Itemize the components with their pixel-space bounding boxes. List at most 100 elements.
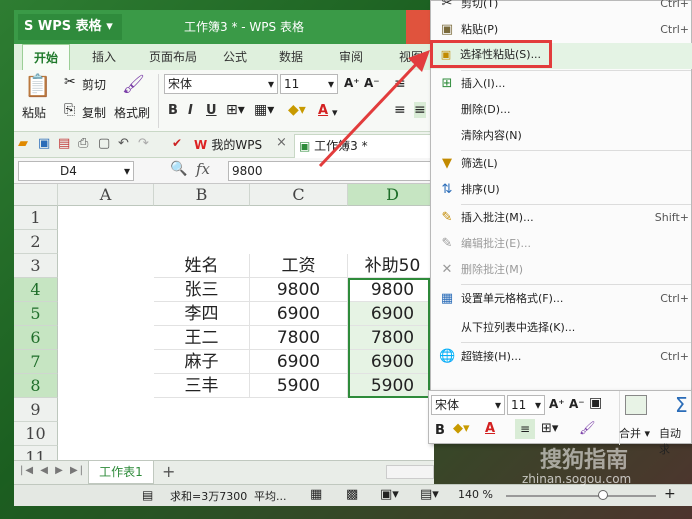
folder-icon[interactable]: ▰ [18,136,28,151]
paste-icon[interactable]: 📋 [24,74,51,99]
bold-button[interactable]: B [168,103,178,118]
row-header[interactable]: 9 [14,398,58,422]
mini-bold-button[interactable]: B [435,423,445,438]
cell-style-icon[interactable]: ▦▾ [254,102,274,118]
row-header[interactable]: 8 [14,374,58,398]
mini-font-select[interactable]: 宋体 ▾ [431,395,505,415]
cell-d4[interactable]: 9800 [348,278,434,302]
borders-icon[interactable]: ⊞▾ [226,102,245,118]
italic-button[interactable]: I [188,103,193,118]
menu-item-insert-comment[interactable]: ✎ 插入批注(M)... Shift+ [431,205,692,231]
page-break-view-icon[interactable]: ▩ [346,487,358,502]
zoom-slider-handle[interactable] [598,490,608,500]
mini-align-center-icon[interactable]: ≡ [515,419,535,439]
reading-mode-icon[interactable]: ▤▾ [420,487,439,502]
zoom-formula-icon[interactable]: 🔍 [170,161,187,177]
save-icon[interactable] [126,18,142,34]
column-header-a[interactable]: A [58,184,154,206]
underline-button[interactable]: U [206,103,217,118]
menu-item-insert[interactable]: ⊞ 插入(I)... [431,71,692,97]
row-header[interactable]: 6 [14,326,58,350]
tab-my-wps[interactable]: W 我的WPS [194,135,262,155]
zoom-in-icon[interactable]: + [664,486,676,502]
close-tab-button[interactable]: × [276,135,287,150]
menu-item-cut[interactable]: ✂ 剪切(T) Ctrl+ [431,0,692,17]
autosum-button[interactable]: 自动求 [659,425,691,457]
save-icon[interactable]: ▣ [38,136,50,151]
cell-b3[interactable]: 姓名 [154,254,250,278]
tab-home[interactable]: 开始 [22,44,70,70]
column-header-c[interactable]: C [250,184,348,206]
menu-item-pick-from-list[interactable]: 从下拉列表中选择(K)... [431,315,692,341]
mini-borders-icon[interactable]: ⊞▾ [541,421,558,436]
print-preview-icon[interactable]: ▢ [98,136,110,151]
app-menu-button[interactable]: S WPS 表格 ▾ [18,14,122,40]
tab-formulas[interactable]: 公式 [212,44,258,70]
cell-b7[interactable]: 麻子 [154,350,250,374]
menu-item-edit-comment[interactable]: ✎ 编辑批注(E)... [431,231,692,257]
cell-c3[interactable]: 工资 [250,254,348,278]
row-header[interactable]: 7 [14,350,58,374]
menu-item-clear-contents[interactable]: 清除内容(N) [431,123,692,149]
pin-icon[interactable]: ✔ [172,136,182,150]
menu-item-paste-special-highlighted[interactable]: ▣ 选择性粘贴(S)... [430,42,552,68]
cell-d5[interactable]: 6900 [348,302,434,326]
mini-grow-font-button[interactable]: A⁺ [549,397,565,411]
mini-shrink-font-button[interactable]: A⁻ [569,397,585,411]
cell-b6[interactable]: 王二 [154,326,250,350]
tab-page-layout[interactable]: 页面布局 [138,44,208,70]
row-header[interactable]: 2 [14,230,58,254]
redo-icon[interactable]: ↷ [138,136,149,151]
undo-icon[interactable]: ↶ [118,136,129,151]
row-header[interactable]: 5 [14,302,58,326]
cell-c8[interactable]: 5900 [250,374,348,398]
page-layout-view-icon[interactable]: ▣▾ [380,487,399,502]
add-sheet-button[interactable]: + [162,462,175,481]
select-all-corner[interactable] [14,184,58,206]
row-header[interactable]: 10 [14,422,58,446]
font-family-select[interactable]: 宋体 ▾ [164,74,278,94]
copy-button[interactable]: 复制 [82,104,106,121]
print-icon[interactable]: ⎙ [78,136,88,151]
mini-fill-color-icon[interactable]: ◆▾ [453,421,470,436]
paste-button[interactable]: 粘贴 [22,104,46,121]
name-box[interactable]: D4 ▾ [18,161,134,181]
horizontal-scrollbar[interactable] [386,465,434,479]
cell-d3[interactable]: 补助50 [348,254,434,278]
column-header-b[interactable]: B [154,184,250,206]
cell-d7[interactable]: 6900 [348,350,434,374]
mini-brush-icon[interactable]: 🖌 [579,421,596,436]
row-header[interactable]: 3 [14,254,58,278]
mini-format-icon[interactable]: ▣ [589,395,602,411]
cell-c6[interactable]: 7800 [250,326,348,350]
menu-item-hyperlink[interactable]: 🌐 超链接(H)... Ctrl+ [431,344,692,370]
mini-size-select[interactable]: 11 ▾ [507,395,545,415]
cut-button[interactable]: 剪切 [82,76,106,93]
menu-item-delete[interactable]: 删除(D)... [431,97,692,123]
menu-item-format-cells[interactable]: ▦ 设置单元格格式(F)... Ctrl+ [431,286,692,312]
column-header-d[interactable]: D [348,184,434,206]
normal-view-icon[interactable]: ▦ [310,487,322,502]
mini-font-color-button[interactable]: A [485,421,495,436]
row-header[interactable]: 1 [14,206,58,230]
cell-b8[interactable]: 三丰 [154,374,250,398]
zoom-slider[interactable] [506,495,656,497]
row-header[interactable]: 4 [14,278,58,302]
function-button[interactable]: fx [196,160,210,178]
row-header[interactable]: 11 [14,446,58,460]
cell-d8[interactable]: 5900 [348,374,434,398]
cell-b5[interactable]: 李四 [154,302,250,326]
autosum-icon[interactable]: Σ [675,393,688,417]
menu-item-filter[interactable]: ▼ 筛选(L) [431,151,692,177]
tab-insert[interactable]: 插入 [80,44,128,70]
merge-button[interactable]: 合并 ▾ [619,425,650,441]
format-painter-button[interactable]: 格式刷 [114,104,150,121]
cell-b4[interactable]: 张三 [154,278,250,302]
merge-icon[interactable] [625,395,647,415]
zoom-level[interactable]: 140 % [458,488,493,501]
menu-item-sort[interactable]: ⇅ 排序(U) [431,177,692,203]
cell-c5[interactable]: 6900 [250,302,348,326]
pdf-icon[interactable]: ▤ [58,136,70,151]
menu-item-delete-comment[interactable]: ✕ 删除批注(M) [431,257,692,283]
cell-c4[interactable]: 9800 [250,278,348,302]
